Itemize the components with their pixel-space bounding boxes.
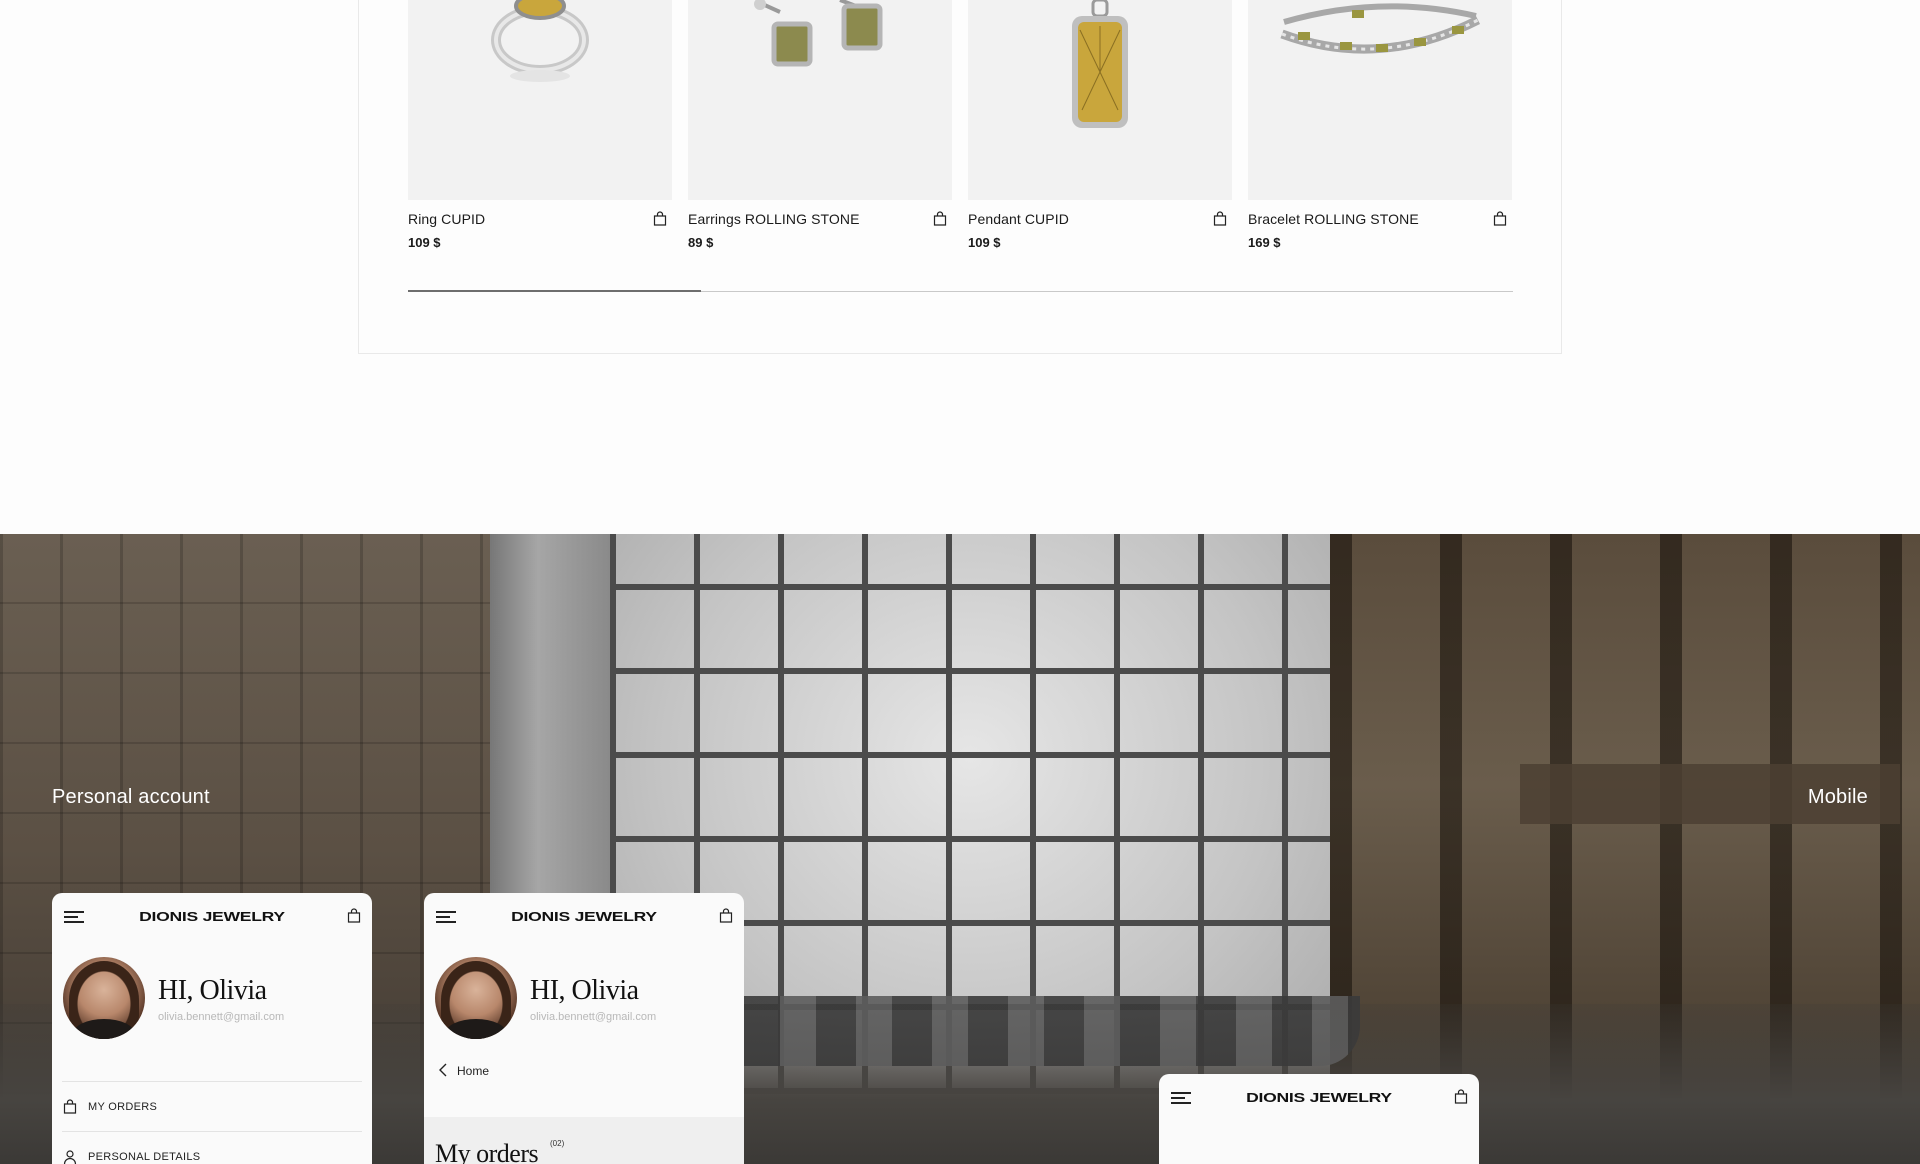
- brand-logo[interactable]: DIONIS JEWELRY: [52, 909, 372, 924]
- add-to-bag-icon[interactable]: [652, 211, 668, 227]
- product-price: 169 $: [1248, 235, 1281, 250]
- phone-header: DIONIS JEWELRY: [52, 893, 372, 941]
- product-card-pendant[interactable]: Pendant CUPID 109 $: [968, 0, 1232, 250]
- showcase-banner: Personal account Mobile DIONIS JEWELRY H…: [0, 534, 1920, 1164]
- product-card-bracelet[interactable]: Bracelet ROLLING STONE 169 $: [1248, 0, 1512, 250]
- orders-count-badge: (02): [550, 1139, 565, 1148]
- product-name[interactable]: Ring CUPID: [408, 211, 485, 227]
- phone-header: DIONIS JEWELRY: [424, 893, 744, 941]
- greeting-heading: HI, Olivia: [158, 975, 267, 1006]
- profile-summary: HI, Olivia olivia.bennett@gmail.com: [424, 941, 744, 1041]
- product-price: 89 $: [688, 235, 714, 250]
- user-email: olivia.bennett@gmail.com: [530, 1011, 657, 1023]
- shopping-bag-icon[interactable]: [346, 908, 362, 924]
- add-to-bag-icon[interactable]: [932, 211, 948, 227]
- product-price: 109 $: [408, 235, 441, 250]
- phone-mockup-orders: DIONIS JEWELRY HI, Olivia olivia.bennett…: [424, 893, 744, 1164]
- brand-logo[interactable]: DIONIS JEWELRY: [424, 909, 744, 924]
- back-link[interactable]: Home: [424, 1049, 744, 1091]
- orders-title: My orders: [435, 1139, 539, 1164]
- shopping-bag-icon: [62, 1099, 78, 1115]
- greeting-heading: HI, Olivia: [530, 975, 639, 1006]
- add-to-bag-icon[interactable]: [1492, 211, 1508, 227]
- brand-logo[interactable]: DIONIS JEWELRY: [1159, 1090, 1479, 1105]
- chevron-left-icon: [438, 1063, 448, 1077]
- mobile-label: Mobile: [1807, 786, 1868, 808]
- product-card-ring[interactable]: Ring CUPID 109 $: [408, 0, 672, 250]
- product-card-earrings[interactable]: Earrings ROLLING STONE 89 $: [688, 0, 952, 250]
- menu-item-my-orders[interactable]: MY ORDERS: [62, 1081, 362, 1131]
- phone-mockup-mobile: DIONIS JEWELRY: [1159, 1074, 1479, 1164]
- menu-item-label: MY ORDERS: [88, 1101, 158, 1113]
- product-name[interactable]: Bracelet ROLLING STONE: [1248, 211, 1419, 227]
- product-image-earrings[interactable]: [688, 0, 952, 200]
- user-icon: [62, 1149, 78, 1164]
- product-image-pendant[interactable]: [968, 0, 1232, 200]
- personal-account-label: Personal account: [52, 786, 210, 808]
- carousel-scrollbar-thumb[interactable]: [408, 290, 701, 292]
- menu-item-personal-details[interactable]: PERSONAL DETAILS: [62, 1131, 362, 1164]
- avatar: [63, 957, 145, 1039]
- profile-summary: HI, Olivia olivia.bennett@gmail.com: [52, 941, 372, 1041]
- carousel-scrollbar[interactable]: [408, 290, 1513, 292]
- product-name[interactable]: Earrings ROLLING STONE: [688, 211, 860, 227]
- back-link-label: Home: [457, 1064, 490, 1078]
- avatar: [435, 957, 517, 1039]
- product-price: 109 $: [968, 235, 1001, 250]
- product-carousel: Ring CUPID 109 $ Earrings ROLLING STONE …: [358, 0, 1562, 354]
- shopping-bag-icon[interactable]: [718, 908, 734, 924]
- menu-item-label: PERSONAL DETAILS: [88, 1151, 201, 1163]
- orders-section: My orders (02): [424, 1117, 744, 1164]
- user-email: olivia.bennett@gmail.com: [158, 1011, 285, 1023]
- add-to-bag-icon[interactable]: [1212, 211, 1228, 227]
- phone-header: DIONIS JEWELRY: [1159, 1074, 1479, 1122]
- shopping-bag-icon[interactable]: [1453, 1089, 1469, 1105]
- product-image-bracelet[interactable]: [1248, 0, 1512, 200]
- product-image-ring[interactable]: [408, 0, 672, 200]
- phone-mockup-account: DIONIS JEWELRY HI, Olivia olivia.bennett…: [52, 893, 372, 1164]
- product-name[interactable]: Pendant CUPID: [968, 211, 1069, 227]
